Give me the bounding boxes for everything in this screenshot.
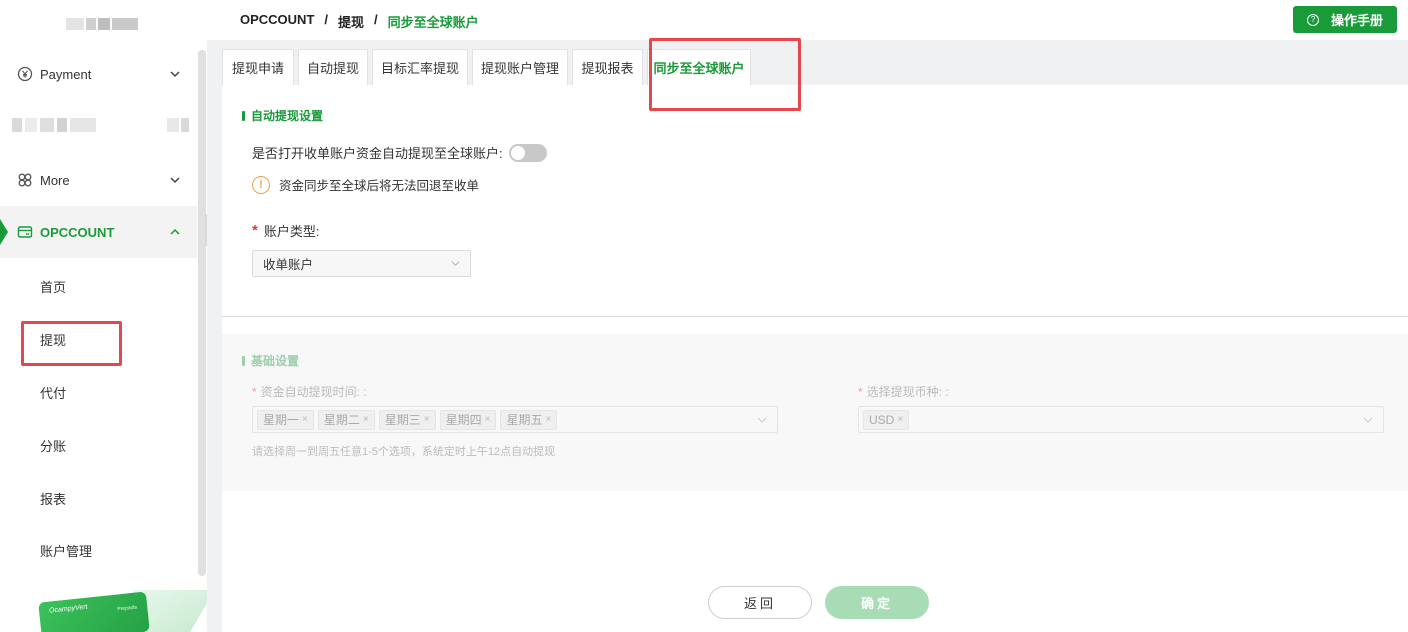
- card-icon: [17, 224, 33, 240]
- sidebar-menu-payment[interactable]: Payment: [0, 48, 197, 100]
- promo-card-small: Prepaids: [117, 604, 138, 613]
- tab-auto-withdraw[interactable]: 自动提现: [298, 49, 368, 85]
- close-icon[interactable]: ×: [424, 414, 430, 425]
- withdraw-time-label-text: 资金自动提现时间: :: [260, 385, 367, 399]
- sidebar-item-report[interactable]: 报表: [40, 489, 66, 508]
- warning-text: 资金同步至全球后将无法回退至收单: [279, 179, 480, 193]
- chevron-down-icon: [170, 177, 180, 184]
- blurred-text: [167, 118, 191, 132]
- blurred-text: [12, 118, 96, 132]
- day-chip[interactable]: 星期二 ×: [317, 409, 375, 430]
- account-type-label: * 账户类型:: [252, 221, 319, 240]
- back-button[interactable]: 返回: [708, 586, 812, 619]
- close-icon[interactable]: ×: [485, 414, 491, 425]
- sidebar-item-split[interactable]: 分账: [40, 436, 66, 455]
- logo: [66, 18, 140, 30]
- currency-label-text: 选择提现币种: :: [866, 385, 949, 399]
- warning-icon: !: [252, 175, 270, 194]
- help-icon: ?: [1306, 13, 1319, 26]
- sidebar-menu-more[interactable]: More: [0, 154, 197, 206]
- day-chip[interactable]: 星期一 ×: [257, 409, 314, 430]
- chevron-down-icon: [757, 417, 767, 423]
- yen-circle-icon: [17, 66, 33, 82]
- day-chip[interactable]: 星期四 ×: [439, 409, 497, 430]
- chip-label: 星期一: [263, 413, 300, 427]
- sidebar-menu-opccount[interactable]: OPCCOUNT: [0, 206, 197, 258]
- tab-account-manage[interactable]: 提现账户管理: [472, 49, 568, 85]
- sidebar-item-account-manage[interactable]: 账户管理: [40, 541, 92, 560]
- section-title-auto: 自动提现设置: [242, 107, 323, 124]
- auto-sync-toggle[interactable]: [508, 143, 547, 162]
- currency-select[interactable]: USD ×: [858, 406, 1384, 433]
- breadcrumb: OPCCOUNT / 提现 / 同步至全球账户: [240, 12, 479, 31]
- sidebar-menu-label: OPCCOUNT: [40, 224, 115, 240]
- chip-label: 星期二: [323, 413, 360, 427]
- tab-withdraw-report[interactable]: 提现报表: [572, 49, 643, 85]
- chevron-down-icon: [170, 71, 180, 78]
- base-settings-block: 基础设置 * 资金自动提现时间: : 星期一 × 星期二 × 星期三 × 星期四 × 星期…: [222, 334, 1408, 491]
- chip-label: 星期五: [506, 413, 543, 427]
- account-type-select[interactable]: 收单账户: [252, 250, 471, 277]
- sidebar-menu-label: Payment: [40, 66, 92, 82]
- sidebar-menu-label: More: [40, 172, 70, 188]
- confirm-button[interactable]: 确定: [825, 586, 929, 619]
- day-chip[interactable]: 星期三 ×: [378, 409, 436, 430]
- section-title-base: 基础设置: [242, 352, 299, 369]
- breadcrumb-item[interactable]: 提现: [338, 12, 364, 31]
- sidebar: Payment More OPCCOUNT 首页 提现 代付 分账 报表 账户管…: [0, 0, 207, 632]
- main-area: OPCCOUNT / 提现 / 同步至全球账户 ? 操作手册 提现申请 自动提现…: [207, 0, 1408, 632]
- promo-card: OcampyVert Prepaids: [38, 591, 150, 632]
- day-chip[interactable]: 星期五 ×: [500, 409, 558, 430]
- highlight-box-menu: [21, 321, 122, 366]
- top-bar: OPCCOUNT / 提现 / 同步至全球账户 ? 操作手册: [207, 0, 1408, 40]
- required-mark: *: [252, 385, 257, 399]
- breadcrumb-separator: /: [374, 12, 378, 27]
- chip-label: 星期三: [384, 413, 421, 427]
- chevron-up-icon: [170, 228, 180, 235]
- withdraw-days-select[interactable]: 星期一 × 星期二 × 星期三 × 星期四 × 星期五 ×: [252, 406, 778, 433]
- toggle-label: 是否打开收单账户资金自动提现至全球账户:: [252, 146, 503, 161]
- chevron-down-icon: [1363, 417, 1373, 423]
- section-title-text: 基础设置: [251, 354, 300, 368]
- section-bar: [242, 355, 245, 366]
- sidebar-scrollbar[interactable]: [198, 50, 206, 576]
- divider: [222, 316, 1408, 317]
- account-type-value: 收单账户: [263, 258, 314, 272]
- currency-chip[interactable]: USD ×: [863, 409, 910, 430]
- tab-withdraw-apply[interactable]: 提现申请: [222, 49, 294, 85]
- close-icon[interactable]: ×: [363, 414, 369, 425]
- required-mark: *: [252, 222, 258, 239]
- content-panel: 自动提现设置 是否打开收单账户资金自动提现至全球账户: ! 资金同步至全球后将无…: [222, 85, 1408, 632]
- auto-sync-row: 是否打开收单账户资金自动提现至全球账户:: [252, 143, 547, 162]
- promo-card-text: OcampyVert: [48, 603, 88, 615]
- chip-label: USD: [869, 412, 895, 427]
- withdraw-time-label: * 资金自动提现时间: :: [252, 383, 367, 400]
- sidebar-item-home[interactable]: 首页: [40, 277, 66, 296]
- account-type-label-text: 账户类型:: [263, 224, 320, 239]
- active-indicator: [0, 219, 8, 245]
- withdraw-time-hint: 请选择周一到周五任意1-5个选项，系统定时上午12点自动提现: [252, 446, 556, 458]
- section-title-text: 自动提现设置: [251, 109, 324, 123]
- chip-label: 星期四: [445, 413, 482, 427]
- currency-label: * 选择提现币种: :: [858, 383, 949, 400]
- breadcrumb-current: 同步至全球账户: [387, 15, 479, 30]
- warning-row: ! 资金同步至全球后将无法回退至收单: [252, 175, 479, 194]
- toggle-knob: [510, 145, 525, 160]
- breadcrumb-separator: /: [324, 12, 329, 27]
- grid-icon: [17, 172, 33, 188]
- highlight-box-tab: [649, 38, 801, 111]
- tab-target-rate[interactable]: 目标汇率提现: [372, 49, 468, 85]
- required-mark: *: [858, 385, 863, 399]
- chevron-down-icon: [451, 261, 460, 266]
- section-bar: [242, 110, 245, 121]
- close-icon[interactable]: ×: [545, 414, 551, 425]
- close-icon[interactable]: ×: [302, 414, 308, 425]
- manual-button[interactable]: ? 操作手册: [1293, 6, 1397, 33]
- close-icon[interactable]: ×: [897, 414, 903, 425]
- sidebar-item-payout[interactable]: 代付: [40, 383, 66, 402]
- manual-button-label: 操作手册: [1330, 13, 1383, 28]
- breadcrumb-item[interactable]: OPCCOUNT: [240, 12, 314, 31]
